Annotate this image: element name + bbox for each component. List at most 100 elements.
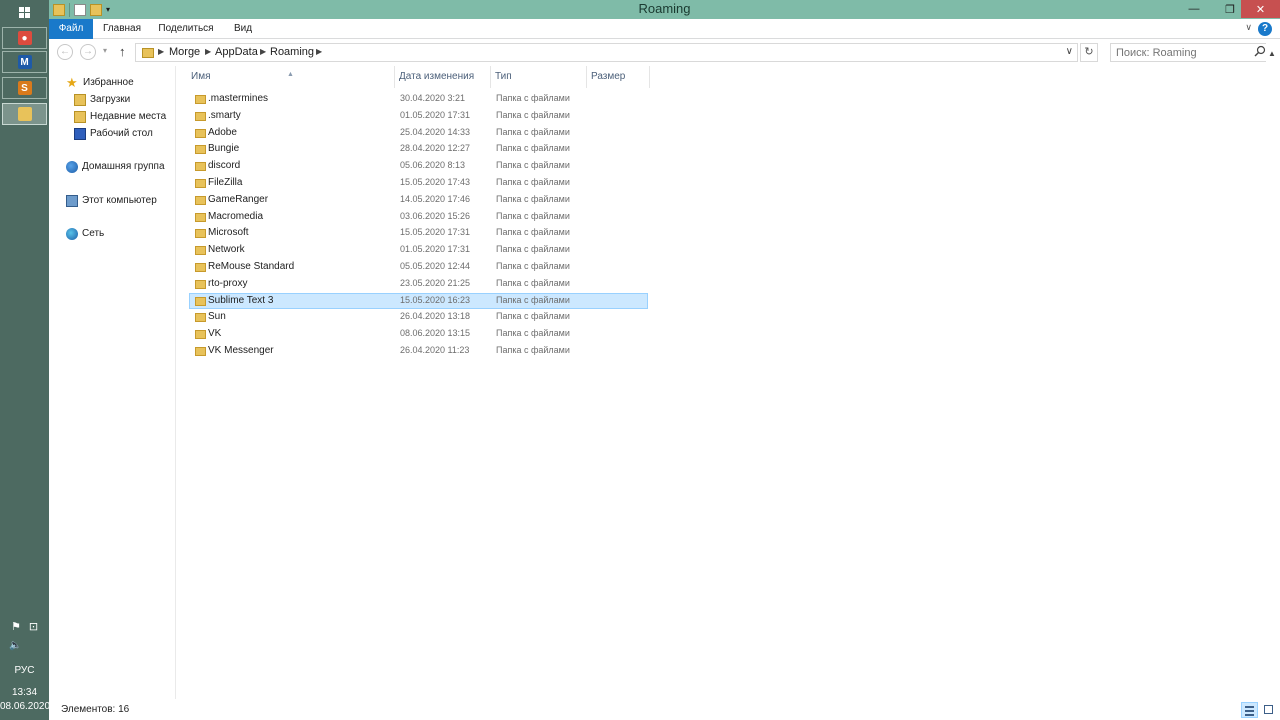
taskbar-app-file-explorer[interactable] (2, 103, 47, 125)
chevron-right-icon[interactable]: ▶ (316, 47, 322, 56)
file-date: 26.04.2020 11:23 (400, 345, 470, 355)
file-name: Sun (208, 311, 226, 323)
chevron-right-icon[interactable]: ▶ (205, 47, 211, 56)
file-row[interactable]: FileZilla 15.05.2020 17:43 Папка с файлами (189, 175, 648, 191)
search-input[interactable] (1110, 43, 1271, 62)
file-type: Папка с файлами (496, 345, 570, 355)
item-count: Элементов: 16 (61, 704, 130, 715)
scroll-up-chevron-icon[interactable]: ▲ (1268, 49, 1276, 58)
breadcrumb-roaming[interactable]: Roaming (270, 46, 314, 58)
taskbar-app-sublime-text[interactable]: S (2, 77, 47, 99)
folder-icon (195, 246, 206, 256)
file-name: VK Messenger (208, 345, 274, 356)
nav-item-homegroup[interactable]: Домашняя группа (66, 159, 165, 175)
file-date: 05.05.2020 12:44 (400, 261, 471, 271)
ribbon-tabs: Файл Главная Поделиться Вид ∨ ? (49, 19, 1280, 39)
folder-icon (142, 48, 154, 58)
folder-icon (195, 279, 206, 289)
nav-item-desktop[interactable]: Рабочий стол (74, 126, 153, 142)
column-header-date[interactable]: Дата изменения (395, 66, 491, 88)
forward-button[interactable]: → (80, 44, 96, 60)
breadcrumb-appdata[interactable]: AppData (215, 46, 258, 58)
file-row[interactable]: VK 08.06.2020 13:15 Папка с файлами (189, 326, 648, 342)
help-icon[interactable]: ? (1258, 22, 1272, 36)
file-row[interactable]: Macromedia 03.06.2020 15:26 Папка с файлам… (189, 209, 648, 225)
file-date: 05.06.2020 8:13 (400, 160, 466, 171)
taskbar-app-chrome[interactable]: ● (2, 27, 47, 49)
nav-item-favorites[interactable]: ★ Избранное (66, 75, 134, 91)
file-row[interactable]: Bungie 28.04.2020 12:27 Папка с файлами (189, 141, 648, 157)
computer-icon (66, 195, 78, 207)
file-name: Macromedia (208, 210, 264, 222)
file-name: .mastermines (208, 93, 269, 104)
file-type: Папка с файлами (496, 177, 570, 187)
file-date: 15.05.2020 17:43 (400, 177, 471, 187)
chrome-icon: ● (17, 31, 32, 45)
search-icon[interactable] (1254, 45, 1266, 57)
file-row[interactable]: Microsoft 15.05.2020 17:31 Папка с файлами (189, 225, 648, 241)
file-row[interactable]: Sublime Text 3 15.05.2020 16:23 Папка с фа… (189, 292, 648, 309)
chevron-right-icon[interactable]: ▶ (260, 47, 266, 56)
clock-time[interactable]: 13:34 (0, 687, 49, 698)
windows-logo-icon (19, 6, 30, 18)
nav-item-recent-places[interactable]: Недавние места (74, 109, 166, 125)
column-header-type[interactable]: Тип (491, 66, 587, 88)
taskbar-app-maxthon[interactable]: M (2, 51, 47, 73)
title-bar: ▾ Roaming — ❐ ✕ (49, 0, 1280, 19)
folder-icon (195, 263, 206, 272)
flag-icon[interactable]: ⚑ (11, 621, 21, 633)
chevron-right-icon[interactable]: ▶ (158, 47, 164, 56)
tab-file[interactable]: Файл (49, 19, 93, 39)
back-button[interactable]: ← (57, 44, 73, 60)
folder-icon (195, 162, 206, 172)
breadcrumb-morge[interactable]: Morge (169, 46, 200, 58)
address-history-chevron-icon[interactable]: ∨ (1066, 46, 1073, 57)
volume-icon[interactable]: 🔈 (0, 640, 49, 651)
network-icon (66, 228, 78, 240)
nav-item-downloads[interactable]: Загрузки (74, 92, 130, 108)
close-button[interactable]: ✕ (1241, 0, 1280, 18)
large-icons-view-button[interactable] (1261, 702, 1278, 718)
tab-share[interactable]: Поделиться (156, 19, 216, 39)
window-title: Roaming (638, 1, 691, 16)
file-row[interactable]: ReMouse Standard 05.05.2020 12:44 Папка с … (189, 259, 648, 275)
file-row[interactable]: GameRanger 14.05.2020 17:46 Папка с файлам… (189, 192, 648, 208)
recent-places-icon (74, 111, 86, 123)
refresh-button[interactable]: ↻ (1080, 43, 1098, 62)
file-row[interactable]: .mastermines 30.04.2020 3:21 Папка с файла… (189, 91, 648, 107)
file-type: Папка с файлами (496, 93, 570, 103)
file-row[interactable]: VK Messenger 26.04.2020 11:23 Папка с файл… (189, 343, 648, 359)
file-date: 14.05.2020 17:46 (400, 193, 471, 204)
file-row[interactable]: .smarty 01.05.2020 17:31 Папка с файлами (189, 108, 648, 124)
file-row[interactable]: rto-proxy 23.05.2020 21:25 Папка с файлами (189, 276, 648, 292)
details-view-icon (1245, 706, 1254, 708)
recent-locations-chevron-icon[interactable]: ▾ (103, 46, 107, 55)
scroll-strip (1266, 40, 1280, 700)
tab-view[interactable]: Вид (229, 19, 257, 39)
up-button[interactable]: ↑ (119, 44, 126, 59)
file-date: 01.05.2020 17:31 (400, 244, 471, 255)
nav-item-this-pc[interactable]: Этот компьютер (66, 193, 157, 209)
large-icons-view-icon (1264, 705, 1273, 714)
expand-ribbon-chevron-icon[interactable]: ∨ (1245, 22, 1252, 33)
column-header-name[interactable]: Имя ▲ (187, 66, 395, 88)
file-row[interactable]: Adobe 25.04.2020 14:33 Папка с файлами (189, 125, 648, 141)
file-row[interactable]: Network 01.05.2020 17:31 Папка с файлами (189, 242, 648, 258)
nav-item-network[interactable]: Сеть (66, 226, 104, 242)
folder-icon (195, 313, 206, 323)
maximize-button[interactable]: ❐ (1217, 0, 1243, 18)
start-button[interactable] (0, 0, 49, 24)
language-indicator[interactable]: РУС (0, 665, 49, 676)
tray-icons: ⚑ ⊡ (0, 620, 49, 633)
column-header-size[interactable]: Размер (587, 66, 650, 88)
star-icon: ★ (66, 75, 78, 90)
tab-home[interactable]: Главная (99, 19, 145, 39)
file-row[interactable]: discord 05.06.2020 8:13 Папка с файлами (189, 158, 648, 174)
file-row[interactable]: Sun 26.04.2020 13:18 Папка с файлами (189, 309, 648, 325)
network-icon[interactable]: ⊡ (29, 621, 38, 633)
address-bar[interactable]: ▶ Morge ▶ AppData ▶ Roaming ▶ ∨ (135, 43, 1078, 62)
clock-date[interactable]: 08.06.2020 (0, 701, 50, 712)
sublime-text-icon: S (17, 81, 32, 95)
minimize-button[interactable]: — (1181, 0, 1207, 18)
details-view-button[interactable] (1241, 702, 1258, 718)
